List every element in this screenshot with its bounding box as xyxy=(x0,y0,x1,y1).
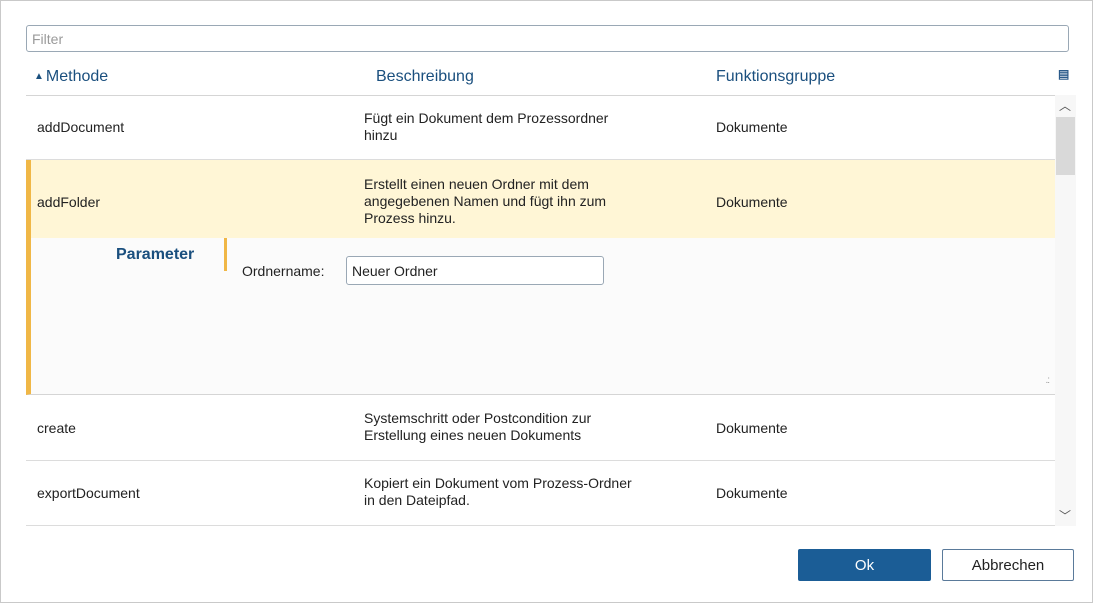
resize-grip-icon[interactable]: .: xyxy=(1045,375,1049,386)
method-group: Dokumente xyxy=(716,420,788,436)
method-description: Kopiert ein Dokument vom Prozess-Ordner … xyxy=(364,475,632,508)
method-name: create xyxy=(37,420,76,436)
ordnername-label: Ordnername: xyxy=(242,263,325,279)
column-chooser-icon[interactable]: ▤ xyxy=(1058,67,1069,81)
method-description: Systemschritt oder Postcondition zur Ers… xyxy=(364,410,592,443)
method-group: Dokumente xyxy=(716,194,788,210)
scrollbar-thumb[interactable] xyxy=(1056,117,1075,175)
filter-input[interactable] xyxy=(26,25,1069,52)
table-row-selected[interactable]: addFolder Erstellt einen neuen Ordner mi… xyxy=(26,160,1055,238)
chevron-up-icon[interactable]: ︿ xyxy=(1059,97,1071,114)
column-header-description[interactable]: Beschreibung xyxy=(376,68,474,86)
table-row[interactable]: exportDocument Kopiert ein Dokument vom … xyxy=(26,461,1055,526)
parameter-panel: Parameter Ordnername: .: xyxy=(26,238,1055,395)
cancel-button[interactable]: Abbrechen xyxy=(942,549,1074,581)
method-name: exportDocument xyxy=(37,485,140,501)
vertical-scrollbar[interactable]: ︿ ﹀ xyxy=(1055,95,1076,526)
method-picker-dialog: ▲Methode Beschreibung Funktionsgruppe ▤ … xyxy=(0,0,1093,603)
sort-ascending-icon: ▲ xyxy=(34,71,44,82)
ok-button[interactable]: Ok xyxy=(798,549,931,581)
parameter-title: Parameter xyxy=(116,246,195,263)
methods-table: addDocument Fügt ein Dokument dem Prozes… xyxy=(26,95,1055,526)
table-row[interactable]: addDocument Fügt ein Dokument dem Prozes… xyxy=(26,96,1055,160)
parameter-divider xyxy=(224,238,227,271)
ordnername-input[interactable] xyxy=(346,256,604,285)
column-header-group[interactable]: Funktionsgruppe xyxy=(716,68,835,86)
method-description: Erstellt einen neuen Ordner mit dem ange… xyxy=(364,176,607,226)
chevron-down-icon[interactable]: ﹀ xyxy=(1059,507,1071,524)
method-description: Fügt ein Dokument dem Prozessordner hinz… xyxy=(364,110,609,143)
method-group: Dokumente xyxy=(716,119,788,135)
table-header: ▲ Methode Beschreibung Funktionsgruppe ▤ xyxy=(26,59,1076,95)
table-row[interactable]: create Systemschritt oder Postcondition … xyxy=(26,396,1055,461)
method-name: addFolder xyxy=(37,194,101,210)
column-header-method[interactable]: ▲ Methode xyxy=(34,68,108,86)
method-name: addDocument xyxy=(37,119,125,135)
method-group: Dokumente xyxy=(716,485,788,501)
